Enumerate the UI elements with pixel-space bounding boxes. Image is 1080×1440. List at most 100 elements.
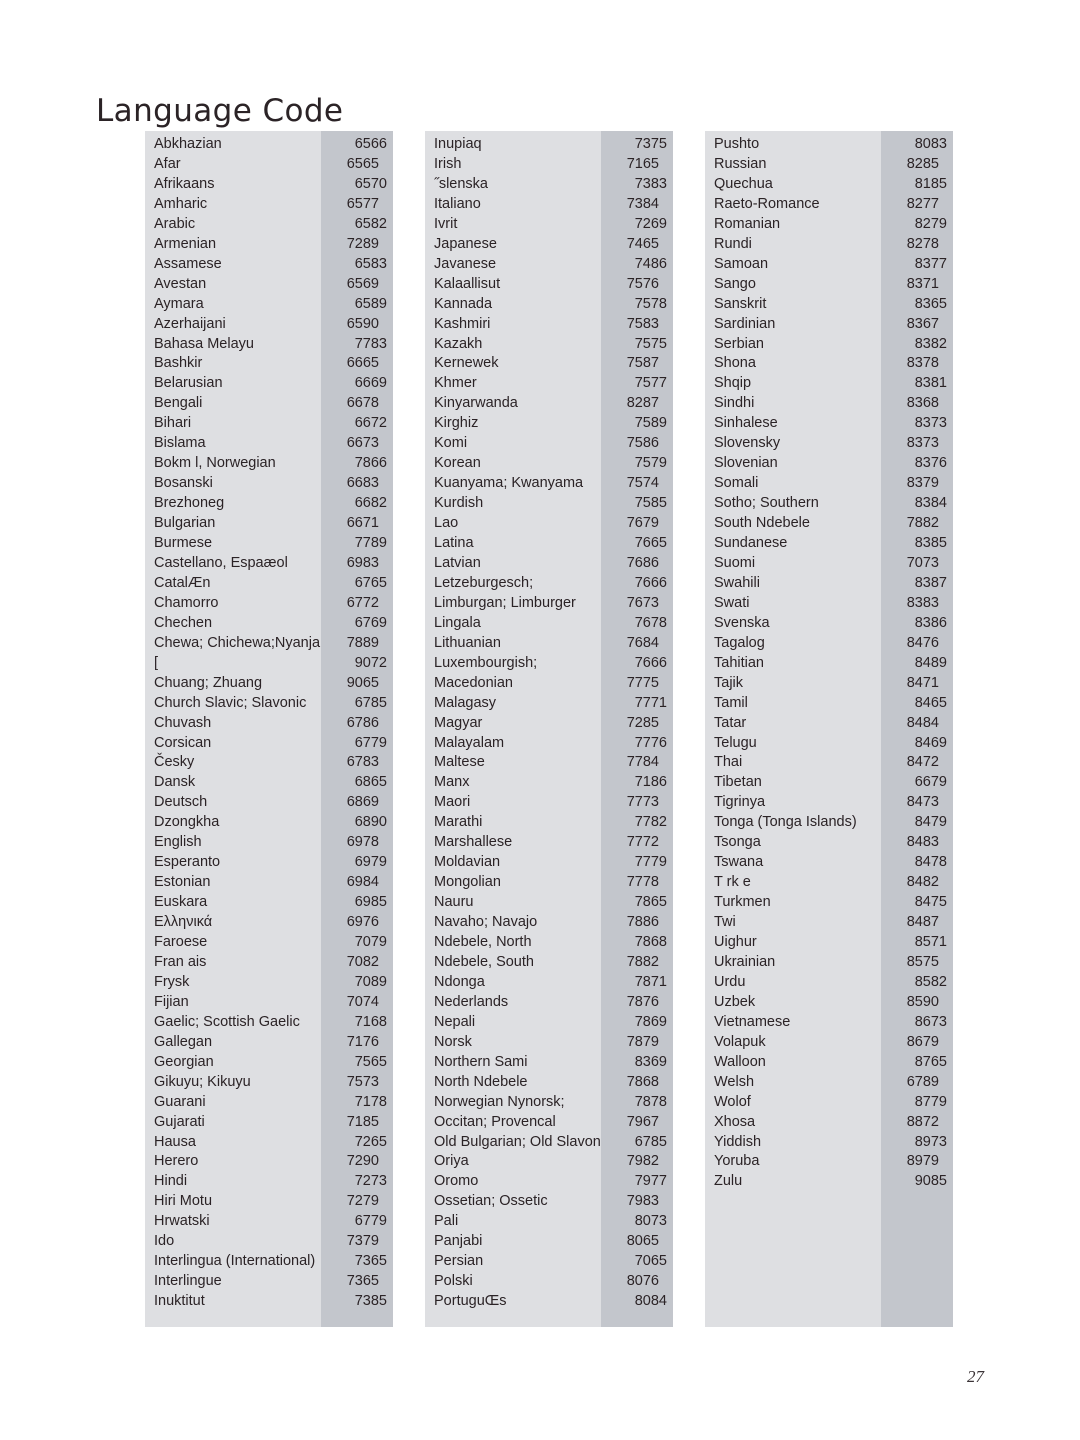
language-name: Lingala [434,614,481,631]
language-code: 7871 [634,973,667,990]
language-code: 6789 [906,1073,939,1090]
language-name: Letzeburgesch; [434,574,534,591]
language-name: Latina [434,535,474,551]
language-code: 7573 [346,1073,379,1090]
language-code: 7185 [346,1113,379,1130]
language-name: Bulgarian [154,515,216,532]
language-code: 7666 [634,574,667,591]
language-code: 7186 [634,774,667,791]
language-code: 7865 [634,894,667,911]
language-code: 6865 [354,774,387,791]
language-name: English [154,834,202,851]
language-code: 7783 [354,335,387,352]
language-name: Sundanese [714,535,788,551]
language-name: Ukrainian [714,953,776,970]
column-3-name-panel: Pushto Russian Quechua Raeto-Romance Romania… [705,131,881,1327]
language-code: 7665 [634,535,667,551]
language-code: 8382 [914,335,947,352]
language-name: Ossetian; Ossetic [434,1193,548,1210]
page-number: 27 [967,1367,984,1386]
language-code: 8582 [914,973,947,990]
language-code: 7967 [626,1113,659,1130]
language-name: Hiri Motu [154,1193,213,1210]
language-code: 6569 [346,275,379,292]
language-code: 8371 [906,275,939,292]
language-name: Quechua [714,175,773,192]
language-code: 8365 [914,295,947,312]
language-code: 8590 [906,993,939,1010]
language-name: Swati [714,594,750,611]
column-1-name-panel: Abkhazian Afar Afrikaans Amharic Arabic Armen… [145,131,321,1327]
language-name: Estonian [154,874,211,891]
language-code: 6985 [354,894,387,911]
language-code: 7089 [354,973,387,990]
language-code: 7868 [634,934,667,950]
page-title: Language Code [96,92,344,129]
language-name: Chewa; Chichewa;Nyanja [154,634,321,651]
language-name: Avestan [154,275,207,292]
language-name: CatalÆn [154,574,211,591]
language-code: 7365 [354,1253,387,1270]
language-name: Hindi [154,1173,188,1190]
language-code: 7589 [634,415,667,432]
language-code: 7273 [354,1173,387,1190]
language-name: Maltese [434,754,485,771]
language-name: Polski [434,1273,473,1290]
language-code: 8471 [906,674,939,691]
language-code: 6979 [354,854,387,871]
language-name: Kazakh [434,335,483,352]
language-code: 7375 [634,136,667,152]
language-code: 7868 [626,1073,659,1090]
language-name: Magyar [434,714,483,731]
language-code: 8285 [906,155,939,172]
language-code: 7869 [634,1013,667,1030]
language-code: 7073 [906,554,939,571]
language-name: Walloon [714,1053,766,1070]
language-name: Guarani [154,1093,206,1110]
language-name: Malagasy [434,694,497,711]
language-code: 7168 [354,1013,387,1030]
language-name: Sardinian [714,315,776,332]
language-name: Xhosa [714,1113,756,1130]
language-code: 7889 [346,634,379,651]
language-code: 7666 [634,654,667,671]
language-code: 7678 [634,614,667,631]
language-code: 8277 [906,195,939,212]
language-code: 6583 [354,255,387,272]
language-code: 7679 [626,515,659,532]
language-name: Tatar [714,714,747,731]
language-name: Marathi [434,814,483,831]
language-name: Twi [714,914,736,931]
language-name: Sinhalese [714,415,778,432]
language-name: Italiano [434,195,481,212]
language-code: 8478 [914,854,947,871]
language-code: 7586 [626,435,659,452]
language-name: Chuvash [154,714,212,731]
language-name: Armenian [154,235,217,252]
language-name: Occitan; Provencal [434,1113,556,1130]
language-name: Interlingue [154,1273,222,1290]
language-code: 6779 [354,1213,387,1230]
language-code: 6984 [346,874,379,891]
language-code: 8472 [906,754,939,771]
language-code: 7776 [634,734,667,751]
language-name: Fijian [154,993,189,1010]
language-code: 7784 [626,754,659,771]
language-name: Frysk [154,973,190,990]
language-name: Navaho; Navajo [434,914,538,931]
language-code: 7079 [354,934,387,950]
language-name: PortuguŒs [434,1293,507,1310]
language-code: 6665 [346,355,379,372]
language-name: Sango [714,275,756,292]
language-name: Bislama [154,435,206,452]
language-name: Oromo [434,1173,479,1190]
language-name: Uzbek [714,993,756,1010]
language-name: Latvian [434,554,481,571]
language-name: Slovenian [714,455,778,472]
language-code: 8479 [914,814,947,831]
language-code: 6683 [346,475,379,492]
column-2-code-panel: 7375 7165 7383 7384 7269 7465 7486 7576 7578 7583… [601,131,673,1327]
language-name: Corsican [154,734,212,751]
language-code: 7686 [626,554,659,571]
language-code: 8376 [914,455,947,472]
